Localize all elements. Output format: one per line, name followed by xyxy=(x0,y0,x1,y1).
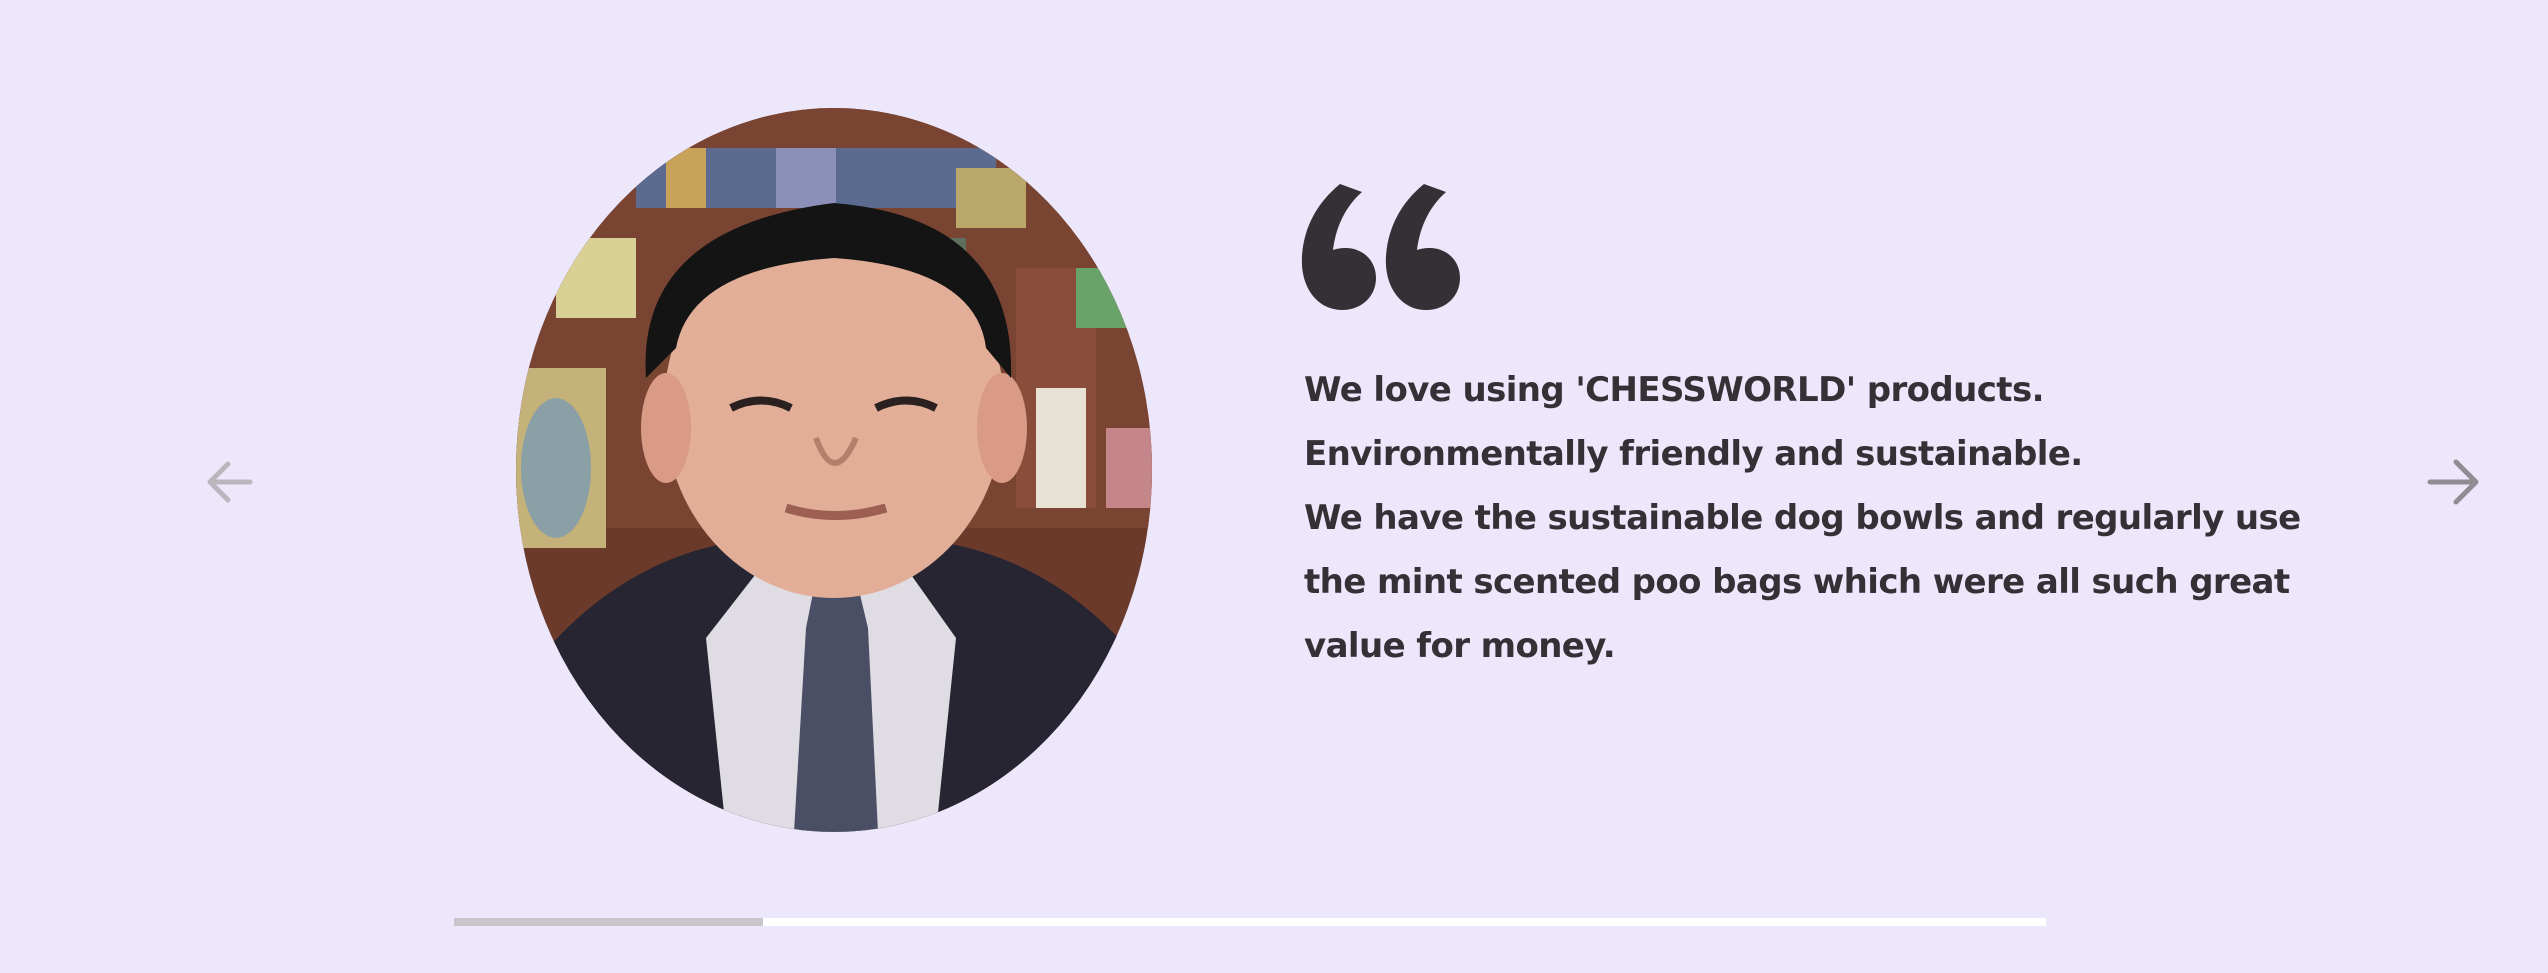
next-slide-button[interactable] xyxy=(2424,452,2484,512)
customer-portrait xyxy=(516,108,1152,832)
quote-line: Environmentally friendly and sustainable… xyxy=(1304,434,2083,474)
quote-line: value for money. xyxy=(1304,626,1616,666)
quote-line: We love using 'CHESSWORLD' products. xyxy=(1304,370,2045,410)
prev-slide-button[interactable] xyxy=(200,452,260,512)
slider-progress-fill xyxy=(454,918,763,926)
arrow-left-icon xyxy=(207,461,253,503)
arrow-right-icon xyxy=(2427,459,2479,505)
testimonial-quote: We love using 'CHESSWORLD' products. Env… xyxy=(1304,358,2314,678)
quote-mark-icon xyxy=(1300,184,1462,310)
portrait-image xyxy=(516,108,1152,832)
quote-line: the mint scented poo bags which were all… xyxy=(1304,562,2290,602)
testimonial-slider: We love using 'CHESSWORLD' products. Env… xyxy=(0,0,2548,973)
quote-line: We have the sustainable dog bowls and re… xyxy=(1304,498,2301,538)
slider-progress-track[interactable] xyxy=(454,918,2046,926)
